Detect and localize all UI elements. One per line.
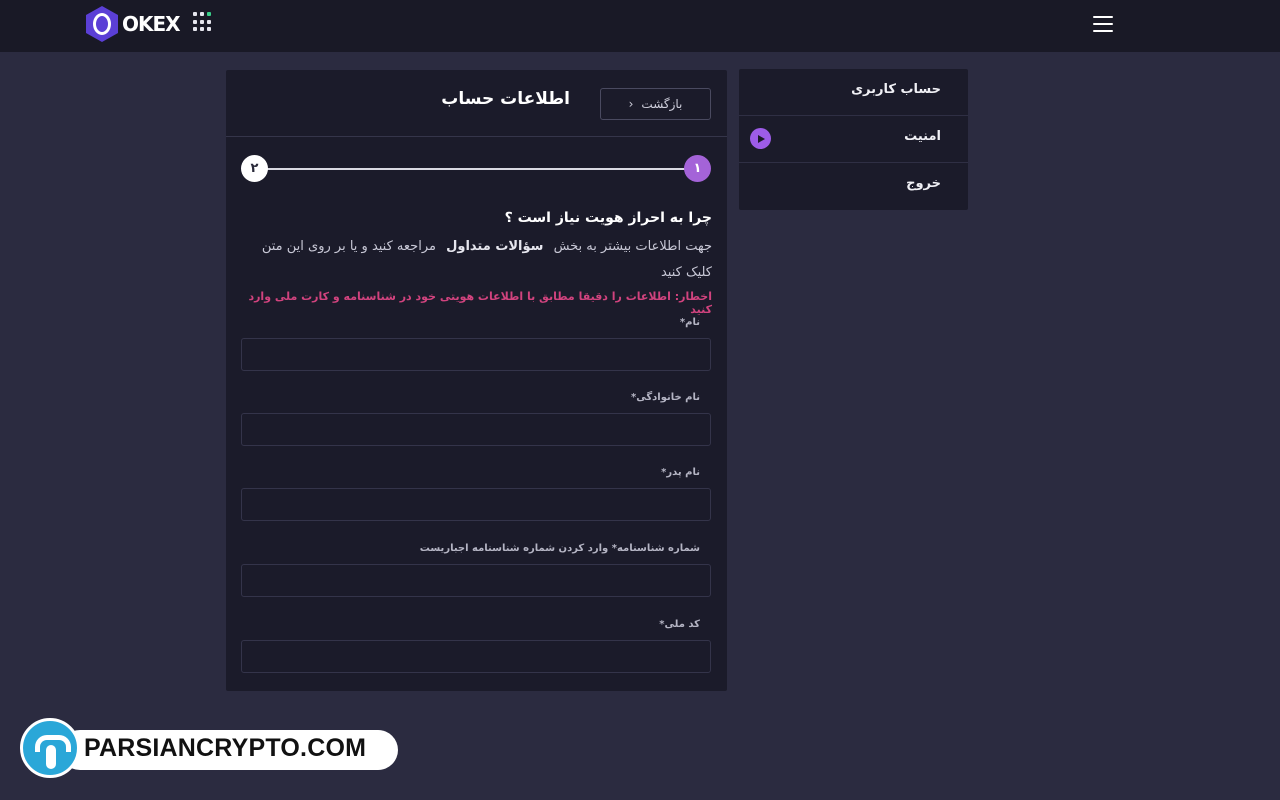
last-name-label: نام خانوادگی* bbox=[630, 392, 700, 403]
okex-logo-icon bbox=[86, 6, 118, 42]
warning-text: اخطار: اطلاعات را دقیقا مطابق با اطلاعات… bbox=[248, 290, 712, 316]
account-info-card: اطلاعات حساب بازگشت ‹ ۱ ۲ چرا به احراز ه… bbox=[226, 70, 727, 691]
father-name-label: نام پدر* bbox=[661, 467, 700, 478]
page-title: اطلاعات حساب bbox=[441, 89, 570, 109]
back-button-label: بازگشت bbox=[641, 97, 683, 111]
birth-certificate-label: شماره شناسنامه* وارد کردن شماره شناسنامه… bbox=[419, 543, 700, 554]
watermark-text: PARSIANCRYPTO.COM bbox=[84, 733, 367, 762]
site-watermark: PARSIANCRYPTO.COM bbox=[20, 718, 398, 778]
why-verify-heading: چرا به احراز هویت نیاز است ؟ bbox=[504, 210, 712, 226]
sidebar-item-label: حساب کاربری bbox=[851, 82, 941, 97]
sidebar-item-security[interactable]: امنیت bbox=[739, 116, 968, 163]
play-circle-icon[interactable] bbox=[750, 128, 771, 149]
progress-stepper: ۱ ۲ bbox=[240, 154, 712, 184]
national-code-input[interactable] bbox=[241, 640, 711, 673]
tree-logo-icon bbox=[20, 718, 80, 778]
info-text-before: جهت اطلاعات بیشتر به بخش bbox=[553, 239, 712, 254]
apps-grid-icon[interactable] bbox=[193, 12, 213, 32]
birth-certificate-input[interactable] bbox=[241, 564, 711, 597]
verify-info-text[interactable]: جهت اطلاعات بیشتر به بخش سؤالات متداول م… bbox=[242, 234, 712, 286]
account-sidebar: حساب کاربری امنیت خروج bbox=[739, 69, 968, 210]
national-code-label: کد ملی* bbox=[659, 619, 700, 630]
faq-link[interactable]: سؤالات متداول bbox=[440, 239, 549, 254]
father-name-input[interactable] bbox=[241, 488, 711, 521]
sidebar-item-label: امنیت bbox=[904, 129, 941, 144]
logo-text: OKEX bbox=[122, 12, 181, 36]
sidebar-item-user-account[interactable]: حساب کاربری bbox=[739, 69, 968, 116]
last-name-input[interactable] bbox=[241, 413, 711, 446]
first-name-label: نام* bbox=[679, 317, 700, 328]
okex-logo[interactable]: OKEX bbox=[86, 6, 181, 42]
back-button[interactable]: بازگشت ‹ bbox=[600, 88, 711, 120]
first-name-input[interactable] bbox=[241, 338, 711, 371]
top-navbar: OKEX bbox=[0, 0, 1280, 52]
step-2-indicator: ۲ bbox=[241, 155, 268, 182]
sidebar-item-label: خروج bbox=[906, 176, 941, 191]
step-1-indicator: ۱ bbox=[684, 155, 711, 182]
sidebar-item-logout[interactable]: خروج bbox=[739, 163, 968, 210]
chevron-left-icon: ‹ bbox=[628, 97, 634, 111]
stepper-line bbox=[254, 168, 698, 170]
hamburger-menu-icon[interactable] bbox=[1093, 16, 1113, 32]
card-header: اطلاعات حساب بازگشت ‹ bbox=[226, 70, 727, 137]
